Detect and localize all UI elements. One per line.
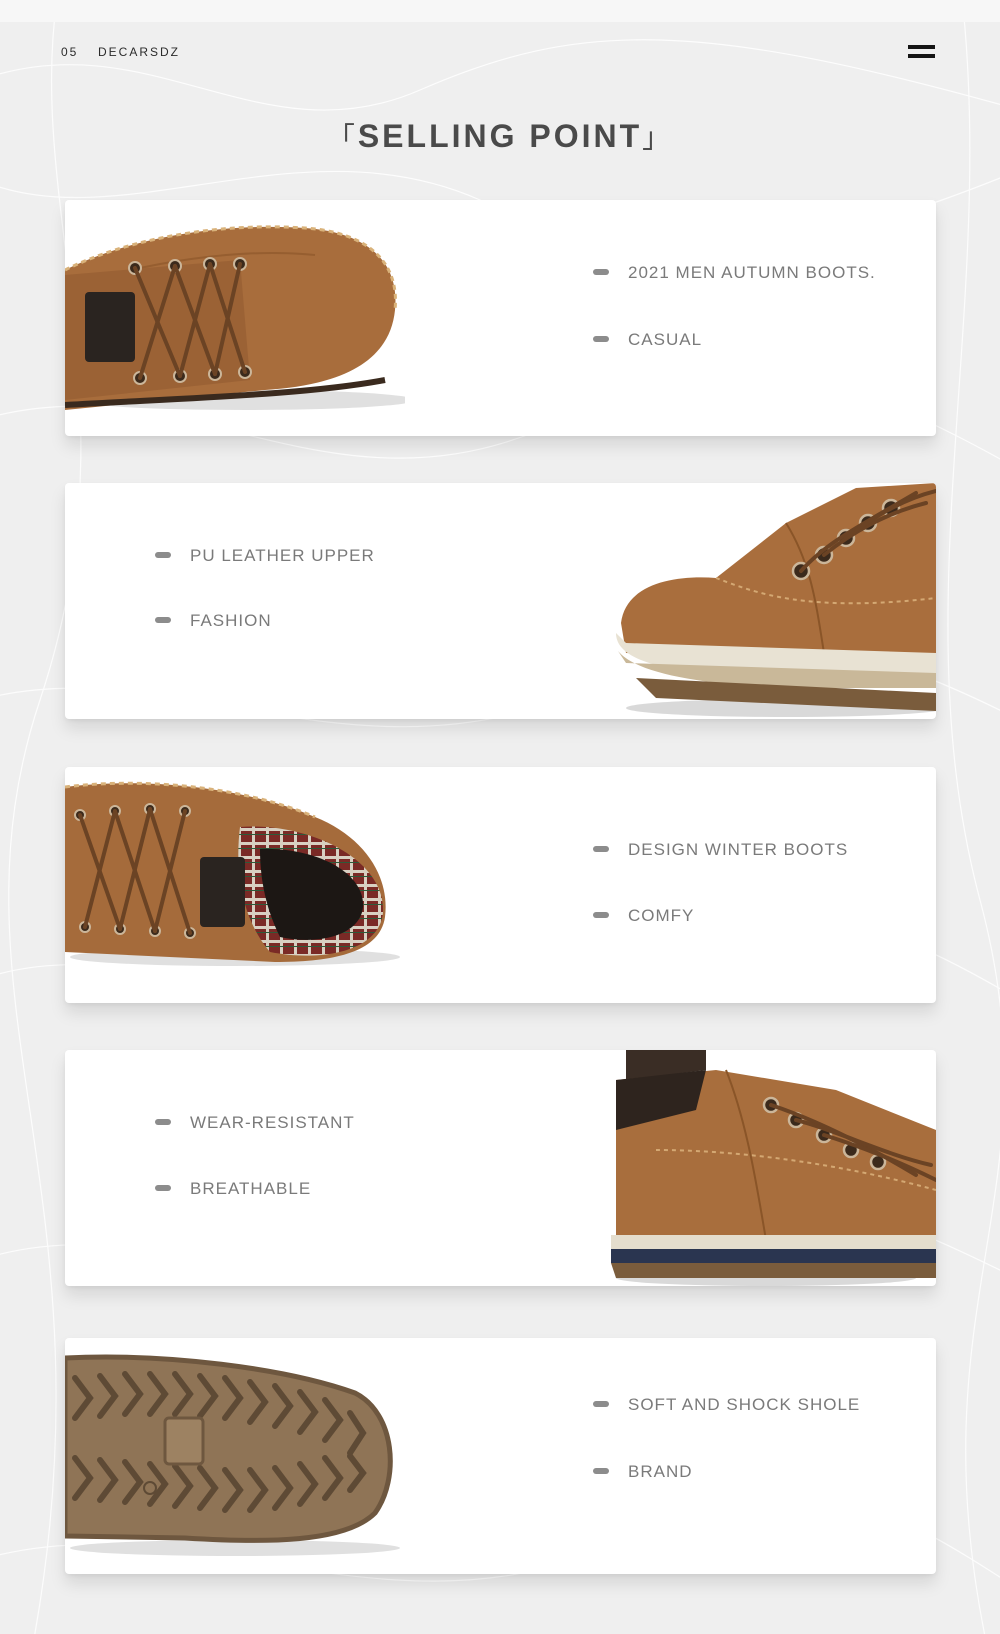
- feature-item: BRAND: [593, 1462, 693, 1482]
- boot-heel-side-image: [611, 1050, 936, 1286]
- feature-text: COMFY: [628, 906, 695, 925]
- feature-text: SOFT AND SHOCK SHOLE: [628, 1395, 861, 1414]
- bullet-icon: [155, 616, 171, 623]
- feature-item: CASUAL: [593, 330, 702, 350]
- boot-top-view-image: [65, 225, 405, 410]
- bullet-icon: [593, 911, 609, 918]
- page-number: 05: [61, 45, 79, 59]
- bullet-icon: [155, 1184, 171, 1191]
- boot-outsole-image: [65, 1354, 400, 1556]
- title-bracket-left: 「: [326, 122, 358, 153]
- page-title: 「SELLING POINT」: [0, 116, 1000, 156]
- title-text: SELLING POINT: [357, 118, 643, 154]
- bullet-icon: [593, 845, 609, 852]
- bullet-icon: [155, 1118, 171, 1125]
- feature-item: 2021 MEN AUTUMN BOOTS.: [593, 263, 876, 283]
- feature-text: 2021 MEN AUTUMN BOOTS.: [628, 263, 876, 282]
- selling-point-card: DESIGN WINTER BOOTS COMFY: [65, 767, 936, 1003]
- feature-text: BREATHABLE: [190, 1179, 312, 1198]
- bullet-icon: [593, 1467, 609, 1474]
- feature-item: COMFY: [593, 906, 694, 926]
- selling-point-card: PU LEATHER UPPER FASHION: [65, 483, 936, 719]
- feature-text: PU LEATHER UPPER: [190, 546, 375, 565]
- feature-item: FASHION: [155, 611, 272, 631]
- menu-line: [908, 54, 935, 58]
- feature-text: WEAR-RESISTANT: [190, 1113, 355, 1132]
- header: 05 DECARSDZ: [0, 0, 1000, 110]
- bullet-icon: [593, 1400, 609, 1407]
- feature-item: PU LEATHER UPPER: [155, 546, 375, 566]
- hamburger-menu-icon[interactable]: [908, 43, 936, 61]
- selling-point-card: SOFT AND SHOCK SHOLE BRAND: [65, 1338, 936, 1574]
- feature-item: BREATHABLE: [155, 1179, 311, 1199]
- feature-text: CASUAL: [628, 330, 703, 349]
- feature-item: SOFT AND SHOCK SHOLE: [593, 1395, 860, 1415]
- bullet-icon: [593, 335, 609, 342]
- brand-name: DECARSDZ: [98, 45, 181, 59]
- selling-point-card: 2021 MEN AUTUMN BOOTS. CASUAL: [65, 200, 936, 436]
- feature-item: WEAR-RESISTANT: [155, 1113, 355, 1133]
- title-bracket-right: 」: [642, 122, 674, 153]
- boot-plaid-lining-image: [65, 781, 400, 966]
- menu-line: [908, 45, 935, 49]
- feature-item: DESIGN WINTER BOOTS: [593, 840, 848, 860]
- bullet-icon: [155, 551, 171, 558]
- feature-text: FASHION: [190, 611, 272, 630]
- bullet-icon: [593, 268, 609, 275]
- selling-point-card: WEAR-RESISTANT BREATHABLE: [65, 1050, 936, 1286]
- feature-text: BRAND: [628, 1462, 693, 1481]
- feature-text: DESIGN WINTER BOOTS: [628, 840, 849, 859]
- boot-toe-side-image: [616, 483, 936, 717]
